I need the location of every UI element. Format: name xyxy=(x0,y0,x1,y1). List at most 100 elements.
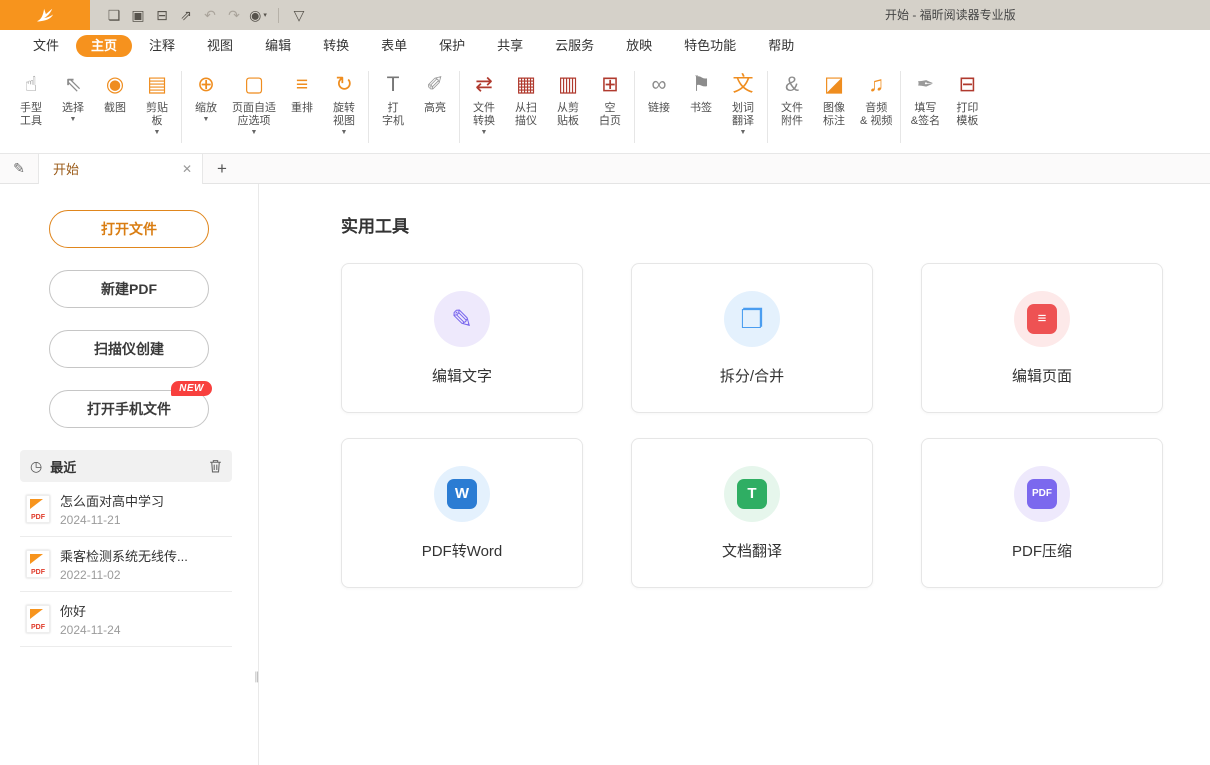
tab-start[interactable]: 开始 ✕ xyxy=(38,154,203,184)
tool-card-pdf-to-word[interactable]: WPDF转Word xyxy=(341,438,583,588)
ribbon-button-translate[interactable]: 文划词 翻译▼ xyxy=(722,70,764,138)
ribbon-button-clipboard[interactable]: ▤ 剪贴 板▼ xyxy=(136,70,178,138)
ribbon-button-label: 填写 &签名 xyxy=(911,102,940,128)
ribbon-button-reflow[interactable]: ≡重排 xyxy=(281,70,323,116)
ribbon-button-select[interactable]: ⇖选择▼ xyxy=(52,70,94,125)
menu-tab[interactable]: 放映 xyxy=(611,35,667,57)
from-scanner-icon: ▦ xyxy=(516,71,536,99)
ribbon-button-highlight[interactable]: ✐高亮 xyxy=(414,70,456,116)
clipboard-icon: ▤ xyxy=(147,71,167,99)
menu-tab[interactable]: 共享 xyxy=(482,35,538,57)
menu-tab[interactable]: 表单 xyxy=(366,35,422,57)
scanner-create-button[interactable]: 扫描仪创建 xyxy=(49,330,209,368)
customize-toolbar-button[interactable]: ▽ xyxy=(287,4,311,26)
menu-tab[interactable]: 主页 xyxy=(76,35,132,57)
pdf-icon-label: PDF xyxy=(27,624,49,631)
translate-icon: 文 xyxy=(733,71,754,99)
ribbon-button-file-attachment[interactable]: &文件 附件 xyxy=(771,70,813,129)
tool-card-edit-text[interactable]: ✎ 编辑文字 xyxy=(341,263,583,413)
sidebar-collapse-handle[interactable]: ∥ xyxy=(254,670,261,683)
ribbon-button-typewriter[interactable]: T打 字机 xyxy=(372,70,414,129)
open-file-button[interactable]: 打开文件 xyxy=(49,210,209,248)
clock-icon: ◷ xyxy=(30,458,42,475)
menu-tab[interactable]: 云服务 xyxy=(540,35,609,57)
share-icon: ⇗ xyxy=(180,7,192,24)
recent-file-item[interactable]: PDF你好2024-11-24 xyxy=(20,592,232,647)
redo-button: ↷ xyxy=(222,4,246,26)
menu-tab[interactable]: 注释 xyxy=(134,35,190,57)
print-button[interactable]: ⊟ xyxy=(150,4,174,26)
dropdown-caret-icon: ▼ xyxy=(481,129,488,137)
bookmark-icon: ⚑ xyxy=(692,71,711,99)
dropdown-caret-icon: ▼ xyxy=(251,129,258,137)
ribbon-button-snapshot[interactable]: ◉截图 xyxy=(94,70,136,116)
file-text: 怎么面对高中学习2024-11-21 xyxy=(60,491,164,527)
tool-card-split-merge[interactable]: ❐拆分/合并 xyxy=(631,263,873,413)
ribbon-button-label: 高亮 xyxy=(424,102,446,115)
ribbon-button-file-convert[interactable]: ⇄文件 转换▼ xyxy=(463,70,505,138)
open-mobile-file-button[interactable]: 打开手机文件NEW xyxy=(49,390,209,428)
file-date: 2024-11-21 xyxy=(60,513,164,527)
menu-tab[interactable]: 视图 xyxy=(192,35,248,57)
ribbon-button-bookmark[interactable]: ⚑书签 xyxy=(680,70,722,116)
ribbon-button-zoom[interactable]: ⊕缩放▼ xyxy=(185,70,227,125)
ribbon-button-label: 剪贴 板 xyxy=(146,102,168,128)
stamp-button[interactable]: ◉▾ xyxy=(246,4,270,26)
ribbon-button-label: 选择 xyxy=(62,102,84,115)
pen-icon[interactable]: ✎ xyxy=(0,160,38,177)
dropdown-caret-icon: ▾ xyxy=(263,11,267,19)
dropdown-caret-icon: ▼ xyxy=(203,116,210,124)
ribbon-button-from-clipboard[interactable]: ▥从剪 贴板 xyxy=(547,70,589,129)
ribbon-group: ⇄文件 转换▼▦从扫 描仪▥从剪 贴板⊞空 白页 xyxy=(463,70,631,138)
ribbon-button-from-scanner[interactable]: ▦从扫 描仪 xyxy=(505,70,547,129)
file-name: 你好 xyxy=(60,601,121,620)
foxit-logo[interactable] xyxy=(0,0,90,30)
ribbon-button-fill-sign[interactable]: ✒填写 &签名 xyxy=(904,70,946,129)
ribbon-button-fit-page-options[interactable]: ▢页面自适 应选项▼ xyxy=(227,70,281,138)
open-file-button[interactable]: ❏ xyxy=(102,4,126,26)
ribbon-button-print-template[interactable]: ⊟打印 模板 xyxy=(946,70,988,129)
dropdown-caret-icon: ▼ xyxy=(154,129,161,137)
ribbon-button-rotate-view[interactable]: ↻旋转 视图▼ xyxy=(323,70,365,138)
pdf-file-icon: PDF xyxy=(26,605,50,633)
new-tab-button[interactable]: + xyxy=(217,160,227,177)
clear-recent-button[interactable] xyxy=(209,459,222,473)
ribbon-button-blank-page[interactable]: ⊞空 白页 xyxy=(589,70,631,129)
document-tabbar: ✎ 开始 ✕ + xyxy=(0,154,1210,184)
new-pdf-button[interactable]: 新建PDF xyxy=(49,270,209,308)
tool-card-edit-pages[interactable]: ≡编辑页面 xyxy=(921,263,1163,413)
tab-label: 开始 xyxy=(53,159,79,178)
menu-tab[interactable]: 转换 xyxy=(308,35,364,57)
recent-file-item[interactable]: PDF乘客检测系统无线传...2022-11-02 xyxy=(20,537,232,592)
share-button[interactable]: ⇗ xyxy=(174,4,198,26)
tool-card-doc-translate[interactable]: T文档翻译 xyxy=(631,438,873,588)
ribbon-button-label: 空 白页 xyxy=(599,102,621,128)
ribbon-button-label: 链接 xyxy=(648,102,670,115)
tool-label: 编辑文字 xyxy=(432,365,492,386)
menu-tab[interactable]: 文件 xyxy=(18,35,74,57)
menu-tab[interactable]: 保护 xyxy=(424,35,480,57)
image-annotation-icon: ◪ xyxy=(824,71,844,99)
toolbar-separator xyxy=(278,8,279,23)
menu-tab[interactable]: 特色功能 xyxy=(669,35,751,57)
tool-label: 编辑页面 xyxy=(1012,365,1072,386)
ribbon-button-audio-video[interactable]: ♫音频 & 视频 xyxy=(855,70,897,129)
link-icon: ∞ xyxy=(652,71,667,99)
ribbon-button-hand-tool[interactable]: ☝手型 工具 xyxy=(10,70,52,129)
menu-tab[interactable]: 帮助 xyxy=(753,35,809,57)
save-button[interactable]: ▣ xyxy=(126,4,150,26)
menu-tab[interactable]: 编辑 xyxy=(250,35,306,57)
tool-card-pdf-compress[interactable]: PDFPDF压缩 xyxy=(921,438,1163,588)
sidebar-buttons: 打开文件新建PDF 扫描仪创建打开手机文件NEW xyxy=(0,210,258,428)
audio-video-icon: ♫ xyxy=(868,71,884,99)
from-clipboard-icon: ▥ xyxy=(558,71,578,99)
file-date: 2022-11-02 xyxy=(60,568,188,582)
edit-text-icon: ✎ xyxy=(434,291,490,347)
ribbon-button-image-annotation[interactable]: ◪图像 标注 xyxy=(813,70,855,129)
tab-close-icon[interactable]: ✕ xyxy=(182,162,192,176)
file-attachment-icon: & xyxy=(785,71,799,99)
dropdown-caret-icon: ▼ xyxy=(740,129,747,137)
recent-file-item[interactable]: PDF怎么面对高中学习2024-11-21 xyxy=(20,482,232,537)
ribbon-button-link[interactable]: ∞ 链接 xyxy=(638,70,680,116)
group-separator xyxy=(900,71,901,143)
